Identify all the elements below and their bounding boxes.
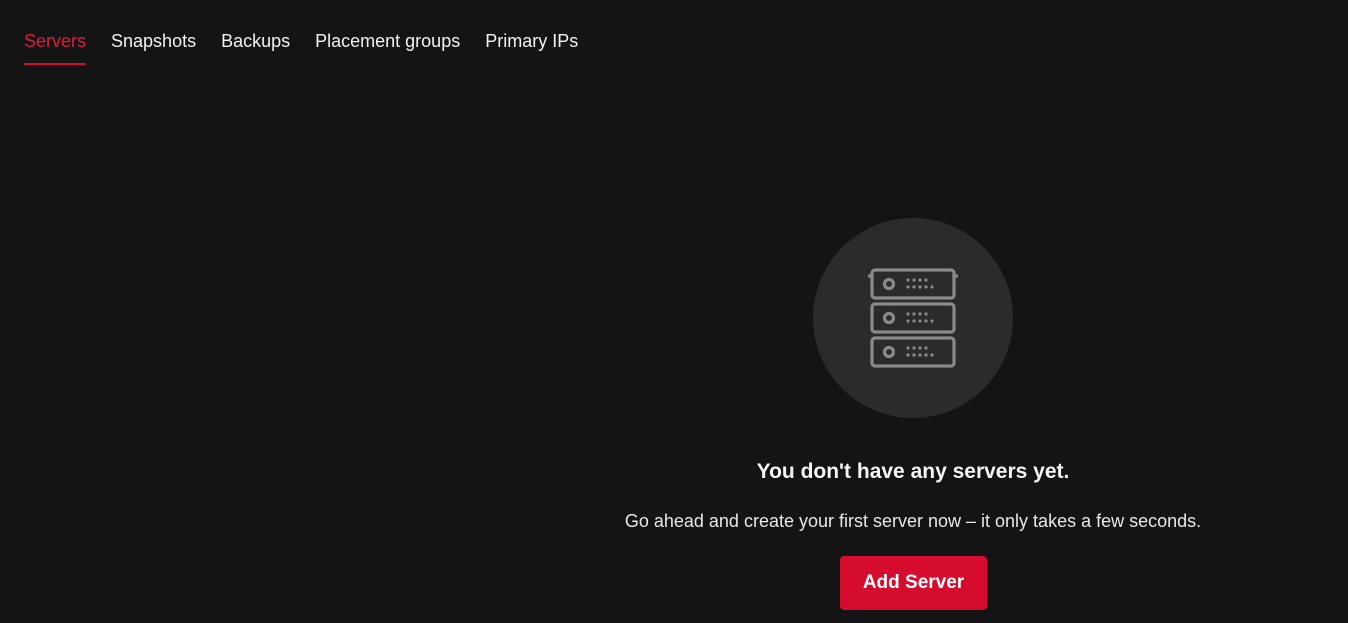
server-unit-3 — [870, 336, 956, 368]
empty-state-icon-circle — [813, 218, 1013, 418]
tab-snapshots[interactable]: Snapshots — [111, 0, 196, 51]
add-server-button[interactable]: Add Server — [840, 556, 987, 610]
empty-state-title: You don't have any servers yet. — [756, 460, 1070, 483]
server-unit-1 — [868, 268, 958, 300]
servers-page: Servers Snapshots Backups Placement grou… — [0, 0, 1348, 623]
tab-servers[interactable]: Servers — [24, 0, 87, 65]
tab-backups[interactable]: Backups — [221, 0, 290, 51]
server-unit-2 — [870, 302, 956, 334]
tab-bar: Servers Snapshots Backups Placement grou… — [24, 0, 603, 66]
empty-state: You don't have any servers yet. Go ahead… — [560, 0, 1266, 623]
tab-placement-groups[interactable]: Placement groups — [315, 0, 460, 51]
server-rack-icon — [868, 268, 958, 368]
empty-state-description: Go ahead and create your first server no… — [624, 511, 1202, 531]
